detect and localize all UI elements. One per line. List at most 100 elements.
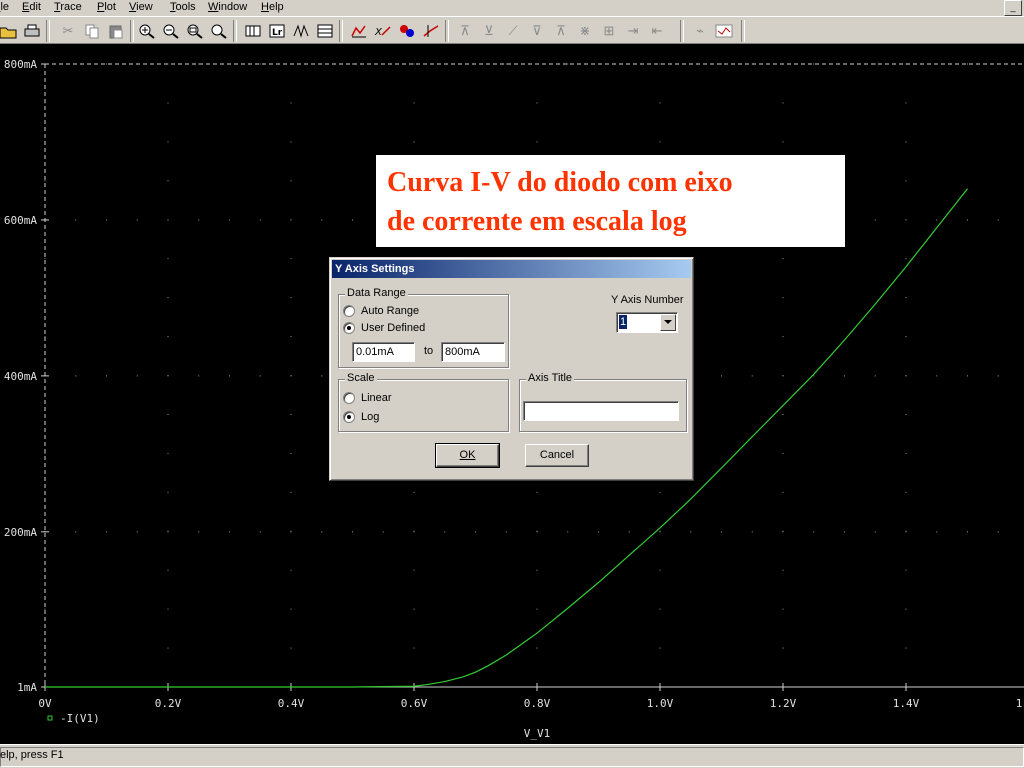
x-tick-label: 1.6V bbox=[1016, 697, 1024, 710]
grid-dot bbox=[598, 531, 599, 533]
grid-dot bbox=[259, 63, 261, 65]
menu-view[interactable]: View bbox=[129, 1, 153, 13]
legend-label: -I(V1) bbox=[60, 712, 100, 725]
add-trace-icon[interactable] bbox=[349, 21, 369, 40]
grid-dot bbox=[290, 647, 292, 649]
x-tick-label: 0.8V bbox=[524, 697, 551, 710]
linear-radio[interactable]: Linear bbox=[343, 392, 392, 404]
zoom-in-icon[interactable] bbox=[137, 21, 157, 40]
log-x-icon[interactable]: Lr bbox=[267, 21, 287, 40]
cursor-next-transition-icon[interactable]: ⇥ bbox=[623, 21, 643, 40]
linear-radio-dot[interactable] bbox=[343, 392, 355, 404]
grid-dot bbox=[536, 569, 538, 571]
log-radio-dot[interactable] bbox=[343, 411, 355, 423]
grid-dot bbox=[905, 219, 907, 221]
grid-dot bbox=[229, 375, 230, 377]
grid-dot bbox=[290, 531, 292, 533]
zoom-area-icon[interactable] bbox=[185, 21, 205, 40]
user-defined-radio[interactable]: User Defined bbox=[343, 322, 425, 334]
auto-range-radio[interactable]: Auto Range bbox=[343, 305, 419, 317]
grid-dot bbox=[352, 219, 353, 221]
y-axis-number-select[interactable]: 1 bbox=[616, 312, 678, 333]
menu-window[interactable]: Window bbox=[208, 1, 247, 13]
cursor-peak-icon[interactable]: ⊼ bbox=[455, 21, 475, 40]
chevron-down-icon[interactable] bbox=[660, 314, 676, 331]
grid-dot bbox=[782, 531, 784, 533]
dialog-title[interactable]: Y Axis Settings bbox=[332, 260, 691, 278]
print-icon[interactable] bbox=[22, 21, 42, 40]
cursor-search-icon[interactable]: ⊞ bbox=[599, 21, 619, 40]
cancel-button[interactable]: Cancel bbox=[525, 444, 589, 467]
zoom-out-icon[interactable] bbox=[161, 21, 181, 40]
cursor-min-icon[interactable]: ⊽ bbox=[527, 21, 547, 40]
grid-dot bbox=[106, 219, 107, 221]
user-defined-radio-dot[interactable] bbox=[343, 322, 355, 334]
axis-title-field[interactable] bbox=[523, 401, 679, 421]
y-tick-label: 200mA bbox=[4, 526, 37, 539]
cursor-trough-icon[interactable]: ⊻ bbox=[479, 21, 499, 40]
minimize-button[interactable]: _ bbox=[1004, 0, 1022, 16]
grid-dot bbox=[967, 531, 968, 533]
toggle-cursor-icon[interactable] bbox=[421, 21, 441, 40]
grid-dot bbox=[905, 647, 907, 649]
menu-help[interactable]: Help bbox=[261, 1, 284, 13]
grid-dot bbox=[413, 647, 415, 649]
ok-button[interactable]: OK bbox=[435, 443, 500, 468]
add-y-axis-icon[interactable]: X bbox=[373, 21, 393, 40]
zoom-fit-icon[interactable] bbox=[209, 21, 229, 40]
grid-dot bbox=[997, 531, 999, 533]
grid-dot bbox=[167, 452, 169, 454]
grid-dot bbox=[536, 102, 538, 104]
auto-range-radio-dot[interactable] bbox=[343, 305, 355, 317]
grid-dot bbox=[167, 608, 169, 610]
menu-plot[interactable]: Plot bbox=[97, 1, 116, 13]
mark-label-icon[interactable]: ⌁ bbox=[690, 21, 710, 40]
y-axis-number-value: 1 bbox=[619, 315, 628, 329]
grid-dot bbox=[290, 569, 292, 571]
grid-dot bbox=[290, 608, 292, 610]
grid-dot bbox=[844, 375, 845, 377]
grid-dot bbox=[721, 375, 722, 377]
range-to-field[interactable]: 800mA bbox=[441, 342, 505, 362]
grid-dot bbox=[782, 141, 784, 143]
grid-dot bbox=[229, 531, 230, 533]
open-folder-icon[interactable] bbox=[0, 21, 18, 40]
grid-dot bbox=[290, 452, 292, 454]
grid-dot bbox=[167, 413, 169, 415]
fourier-icon[interactable] bbox=[291, 21, 311, 40]
menu-trace[interactable]: Trace bbox=[54, 1, 82, 13]
log-label: Log bbox=[361, 411, 380, 423]
grid-dot bbox=[782, 297, 784, 299]
cursor-point-icon[interactable]: ⋇ bbox=[575, 21, 595, 40]
menu-tools[interactable]: Tools bbox=[170, 1, 196, 13]
slide-annotation: Curva I-V do diodo com eixo de corrente … bbox=[376, 155, 845, 247]
grid-dot bbox=[967, 219, 968, 221]
grid-dot bbox=[751, 531, 753, 533]
toggle-grid-icon[interactable] bbox=[243, 21, 263, 40]
add-plot-icon[interactable] bbox=[397, 21, 417, 40]
cursor-prev-transition-icon[interactable]: ⇤ bbox=[647, 21, 667, 40]
copy-icon[interactable] bbox=[82, 21, 102, 40]
menu-file[interactable]: ile bbox=[0, 1, 9, 13]
svg-text:X: X bbox=[374, 27, 383, 38]
grid-dot bbox=[844, 531, 845, 533]
range-from-field[interactable]: 0.01mA bbox=[352, 342, 415, 362]
grid-dot bbox=[44, 180, 46, 182]
grid-dot bbox=[321, 219, 323, 221]
grid-dot bbox=[905, 452, 907, 454]
menu-edit[interactable]: Edit bbox=[22, 1, 41, 13]
x-tick-label: 1.2V bbox=[770, 697, 797, 710]
grid-dot bbox=[782, 608, 784, 610]
log-radio[interactable]: Log bbox=[343, 411, 379, 423]
cursor-max-icon[interactable]: ⊼ bbox=[551, 21, 571, 40]
grid-dot bbox=[382, 531, 384, 533]
paste-icon[interactable] bbox=[106, 21, 126, 40]
cursor-slope-icon[interactable]: ⟋ bbox=[503, 21, 523, 40]
svg-text:Lr: Lr bbox=[272, 28, 283, 38]
log-y-icon[interactable] bbox=[315, 21, 335, 40]
grid-dot bbox=[413, 63, 415, 65]
grid-dot bbox=[936, 219, 938, 221]
mark-data-icon[interactable] bbox=[714, 21, 734, 40]
cut-icon[interactable]: ✂ bbox=[58, 21, 78, 40]
annotation-line-2: de corrente em escala log bbox=[387, 206, 687, 237]
